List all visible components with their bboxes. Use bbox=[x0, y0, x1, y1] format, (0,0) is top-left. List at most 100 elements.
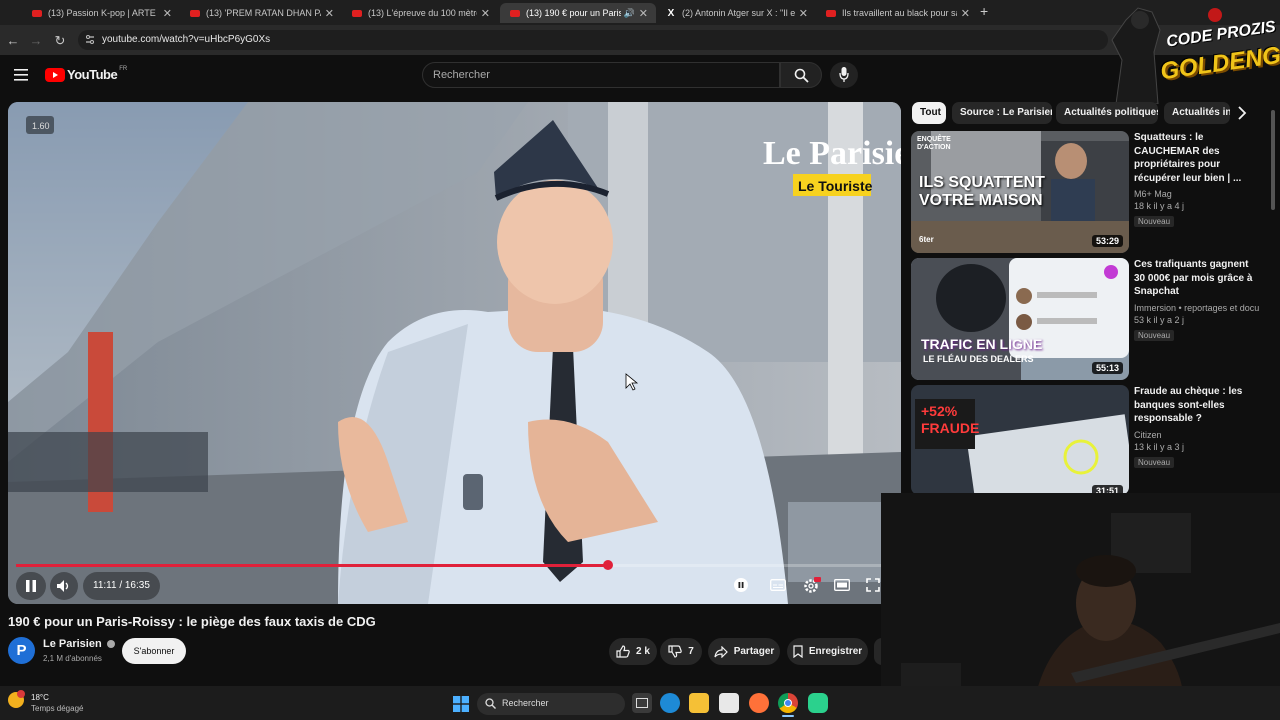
recommended-video[interactable]: TRAFIC EN LIGNE LE FLÉAU DES DEALERS 55:… bbox=[911, 258, 1266, 380]
task-view-icon[interactable] bbox=[632, 693, 652, 713]
pause-button[interactable] bbox=[16, 572, 46, 600]
weather-temp[interactable]: 18°C bbox=[31, 693, 49, 702]
windows-start-icon[interactable] bbox=[453, 696, 469, 712]
new-tab-button[interactable]: + bbox=[980, 3, 988, 19]
youtube-favicon-icon bbox=[826, 9, 836, 17]
url-text[interactable]: youtube.com/watch?v=uHbcP6yG0Xs bbox=[102, 34, 270, 45]
thumb-corner-label: ENQUÊTE D'ACTION bbox=[917, 136, 951, 151]
share-button[interactable]: Partager bbox=[708, 638, 780, 665]
progress-fill bbox=[16, 564, 608, 567]
browser-tab[interactable]: (13) L'épreuve du 100 mètres | ✕ bbox=[342, 3, 498, 23]
store-icon[interactable] bbox=[719, 693, 739, 713]
video-thumbnail[interactable]: ENQUÊTE D'ACTION ILS SQUATTENT VOTRE MAI… bbox=[911, 131, 1129, 253]
code-prozis-overlay: CODE PROZIS GOLDENG bbox=[1108, 0, 1280, 104]
speaker-icon[interactable]: 🔊 bbox=[624, 8, 635, 19]
recommended-title[interactable]: Fraude au chèque : les banques sont-elle… bbox=[1134, 385, 1259, 426]
microphone-icon bbox=[839, 67, 849, 82]
recommended-stats: 13 k il y a 3 j bbox=[1134, 441, 1185, 452]
recommended-title[interactable]: Squatteurs : le CAUCHEMAR des propriétai… bbox=[1134, 131, 1259, 185]
browser-tab[interactable]: X (2) Antonin Atger sur X : "Il en ✕ bbox=[656, 3, 816, 23]
search-button[interactable] bbox=[780, 62, 822, 88]
tab-title: (13) 'PREM RATAN DHAN PAYO bbox=[206, 8, 321, 18]
reload-icon[interactable]: ↻ bbox=[52, 33, 68, 49]
video-thumbnail[interactable]: +52% FRAUDE 31:51 bbox=[911, 385, 1129, 495]
taskbar-search[interactable]: Rechercher bbox=[477, 693, 625, 715]
region-code: FR bbox=[119, 65, 128, 72]
address-bar[interactable]: youtube.com/watch?v=uHbcP6yG0Xs bbox=[78, 30, 1108, 50]
autoplay-pause-icon bbox=[738, 582, 744, 588]
subscribe-button[interactable]: S'abonner bbox=[122, 638, 186, 664]
video-duration: 53:29 bbox=[1091, 235, 1123, 247]
search-icon bbox=[485, 698, 496, 709]
recommended-video[interactable]: +52% FRAUDE 31:51 Fraude au chèque : les… bbox=[911, 385, 1266, 495]
green-app-icon[interactable] bbox=[808, 693, 828, 713]
chip-politique[interactable]: Actualités politiques bbox=[1056, 102, 1158, 124]
autoplay-toggle[interactable] bbox=[734, 578, 748, 592]
close-tab-icon[interactable]: ✕ bbox=[799, 7, 808, 20]
x-favicon-icon: X bbox=[667, 7, 675, 19]
thumb-subtitle: LE FLÉAU DES DEALERS bbox=[923, 354, 1034, 364]
hamburger-menu-icon[interactable] bbox=[14, 68, 28, 86]
search-icon bbox=[794, 68, 809, 83]
save-label: Enregistrer bbox=[808, 646, 863, 657]
youtube-logo[interactable]: YouTube FR bbox=[45, 65, 128, 82]
thumbs-down-icon bbox=[668, 645, 682, 658]
chip-actualites[interactable]: Actualités in bbox=[1164, 102, 1230, 124]
volume-button[interactable] bbox=[50, 572, 78, 600]
channel-avatar[interactable]: P bbox=[8, 637, 35, 664]
back-icon[interactable]: ← bbox=[5, 33, 21, 48]
close-tab-icon[interactable]: ✕ bbox=[481, 7, 490, 20]
video-player[interactable]: Le Parisien Le Touriste 1.60 11:11 / 16:… bbox=[8, 102, 901, 604]
volume-icon bbox=[57, 580, 69, 592]
share-label: Partager bbox=[733, 646, 775, 657]
channel-name[interactable]: Le Parisien bbox=[43, 638, 115, 650]
search-input[interactable]: Rechercher bbox=[422, 62, 780, 88]
browser-tab-active[interactable]: (13) 190 € pour un Paris-Ro 🔊 ✕ bbox=[500, 3, 656, 23]
voice-search-button[interactable] bbox=[830, 62, 858, 88]
recommended-title[interactable]: Ces trafiquants gagnent 30 000€ par mois… bbox=[1134, 258, 1259, 299]
subtitles-icon[interactable] bbox=[770, 579, 786, 591]
close-tab-icon[interactable]: ✕ bbox=[163, 7, 172, 20]
file-explorer-icon[interactable] bbox=[689, 693, 709, 713]
sidebar-scrollbar[interactable] bbox=[1271, 110, 1275, 210]
recommended-channel[interactable]: Immersion • reportages et docu... bbox=[1134, 303, 1259, 313]
edge-icon[interactable] bbox=[660, 693, 680, 713]
recommended-channel[interactable]: Citizen bbox=[1134, 430, 1259, 440]
forward-icon[interactable]: → bbox=[28, 33, 44, 48]
chevron-right-icon[interactable] bbox=[1237, 106, 1247, 120]
browser-tab[interactable]: (13) Passion K-pop | ARTE Rega ✕ bbox=[22, 3, 180, 23]
taskbar-search-placeholder: Rechercher bbox=[502, 698, 549, 708]
site-info-icon[interactable] bbox=[84, 34, 96, 46]
chrome-icon[interactable] bbox=[778, 693, 798, 713]
recommended-video[interactable]: ENQUÊTE D'ACTION ILS SQUATTENT VOTRE MAI… bbox=[911, 131, 1266, 253]
chip-tout[interactable]: Tout bbox=[912, 102, 946, 124]
recommended-channel[interactable]: M6+ Mag bbox=[1134, 189, 1259, 199]
progress-bar[interactable] bbox=[16, 560, 893, 570]
weather-desc[interactable]: Temps dégagé bbox=[31, 704, 83, 713]
recommended-stats: 18 k il y a 4 j bbox=[1134, 201, 1185, 211]
dislike-button[interactable]: 7 bbox=[660, 638, 702, 665]
le-parisien-watermark: Le Parisien bbox=[763, 135, 901, 172]
thumbnail-art bbox=[911, 385, 1129, 495]
tab-title: Ils travaillent au black pour sau bbox=[842, 8, 957, 18]
settings-gear-icon[interactable] bbox=[803, 577, 821, 593]
fullscreen-icon[interactable] bbox=[866, 578, 880, 592]
progress-scrubber[interactable] bbox=[602, 560, 613, 570]
youtube-favicon-icon bbox=[190, 9, 200, 17]
theater-mode-icon[interactable] bbox=[834, 579, 850, 591]
like-button[interactable]: 2 k bbox=[609, 638, 657, 665]
muscle-figure-icon bbox=[1111, 7, 1161, 104]
chip-source[interactable]: Source : Le Parisien bbox=[952, 102, 1052, 124]
video-thumbnail[interactable]: TRAFIC EN LIGNE LE FLÉAU DES DEALERS 55:… bbox=[911, 258, 1129, 380]
browser-tab[interactable]: Ils travaillent au black pour sau ✕ bbox=[816, 3, 978, 23]
save-button[interactable]: Enregistrer bbox=[787, 638, 868, 665]
recommended-stats: 53 k il y a 2 j bbox=[1134, 314, 1185, 325]
browser-tab[interactable]: (13) 'PREM RATAN DHAN PAYO ✕ bbox=[180, 3, 342, 23]
channel-name-text[interactable]: Le Parisien bbox=[43, 638, 102, 650]
close-tab-icon[interactable]: ✕ bbox=[961, 7, 970, 20]
firefox-icon[interactable] bbox=[749, 693, 769, 713]
close-tab-icon[interactable]: ✕ bbox=[639, 7, 648, 20]
red-bubble-icon bbox=[1208, 8, 1222, 22]
close-tab-icon[interactable]: ✕ bbox=[325, 7, 334, 20]
pause-icon bbox=[26, 580, 36, 592]
